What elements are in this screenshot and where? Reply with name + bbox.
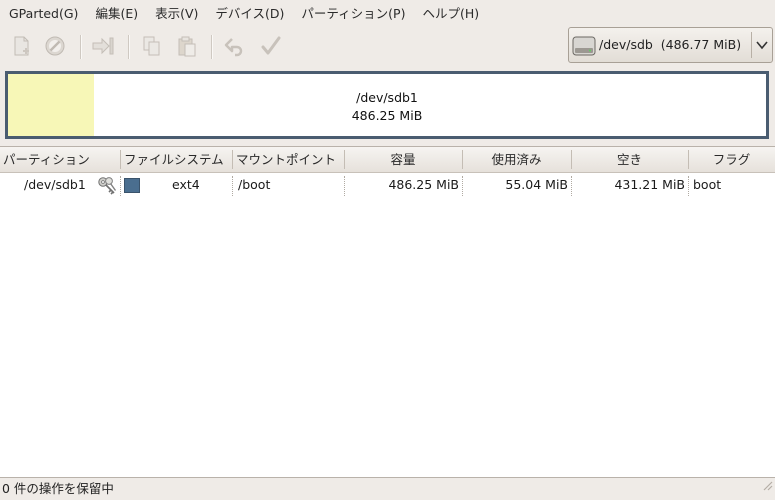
menu-help[interactable]: ヘルプ(H): [413, 0, 487, 27]
delete-icon: [45, 36, 65, 56]
paste-icon: [178, 36, 196, 57]
cell-size: 486.25 MiB: [388, 177, 459, 192]
chevron-down-icon: [755, 38, 769, 56]
apply-button[interactable]: [258, 33, 284, 59]
column-header-filesystem[interactable]: ファイルシステム: [124, 147, 224, 172]
menu-partition[interactable]: パーティション(P): [292, 0, 413, 27]
menu-device[interactable]: デバイス(D): [206, 0, 292, 27]
status-text: 0 件の操作を保留中: [2, 481, 114, 496]
copy-icon: [143, 36, 160, 56]
menu-view[interactable]: 表示(V): [146, 0, 206, 27]
filesystem-color-swatch: [124, 178, 140, 193]
resize-move-button[interactable]: [90, 33, 116, 59]
status-bar: 0 件の操作を保留中: [0, 478, 775, 500]
partition-map[interactable]: /dev/sdb1 486.25 MiB: [5, 71, 769, 139]
partition-table: パーティション ファイルシステム マウントポイント 容量 使用済み 空き フラグ…: [0, 146, 775, 478]
resize-move-icon: [92, 37, 114, 55]
column-header-free[interactable]: 空き: [571, 147, 688, 172]
menu-gparted[interactable]: GParted(G): [0, 0, 86, 27]
copy-button[interactable]: [139, 33, 165, 59]
key-icon: [97, 176, 119, 200]
column-header-size[interactable]: 容量: [344, 147, 462, 172]
cell-mountpoint: /boot: [238, 177, 271, 192]
column-header-partition[interactable]: パーティション: [3, 147, 90, 172]
cell-flags: boot: [693, 177, 722, 192]
menubar: GParted(G) 編集(E) 表示(V) デバイス(D) パーティション(P…: [0, 0, 775, 27]
undo-icon: [224, 38, 243, 57]
partition-used-bar: [8, 74, 94, 136]
partition-map-size: 486.25 MiB: [351, 108, 423, 123]
new-partition-button[interactable]: [8, 33, 34, 59]
apply-icon: [261, 36, 281, 55]
cell-filesystem: ext4: [172, 177, 200, 192]
disk-icon: [572, 34, 596, 62]
new-partition-icon: [14, 36, 29, 56]
table-row[interactable]: /dev/sdb1 ext4 /boot 486.25 MiB 55.04 Mi…: [0, 173, 775, 197]
partition-map-name: /dev/sdb1: [356, 90, 418, 105]
column-header-mountpoint[interactable]: マウントポイント: [236, 147, 336, 172]
cell-used: 55.04 MiB: [505, 177, 568, 192]
column-header-used[interactable]: 使用済み: [462, 147, 571, 172]
paste-button[interactable]: [174, 33, 200, 59]
device-selector[interactable]: /dev/sdb (486.77 MiB): [568, 27, 773, 63]
delete-button[interactable]: [42, 33, 68, 59]
resize-grip-icon[interactable]: [761, 476, 773, 498]
device-selector-label: /dev/sdb (486.77 MiB): [599, 37, 742, 52]
undo-button[interactable]: [222, 33, 248, 59]
column-header-flags[interactable]: フラグ: [688, 147, 775, 172]
cell-free: 431.21 MiB: [614, 177, 685, 192]
menu-edit[interactable]: 編集(E): [86, 0, 146, 27]
table-header: パーティション ファイルシステム マウントポイント 容量 使用済み 空き フラグ: [0, 147, 775, 173]
cell-partition: /dev/sdb1: [24, 177, 86, 192]
